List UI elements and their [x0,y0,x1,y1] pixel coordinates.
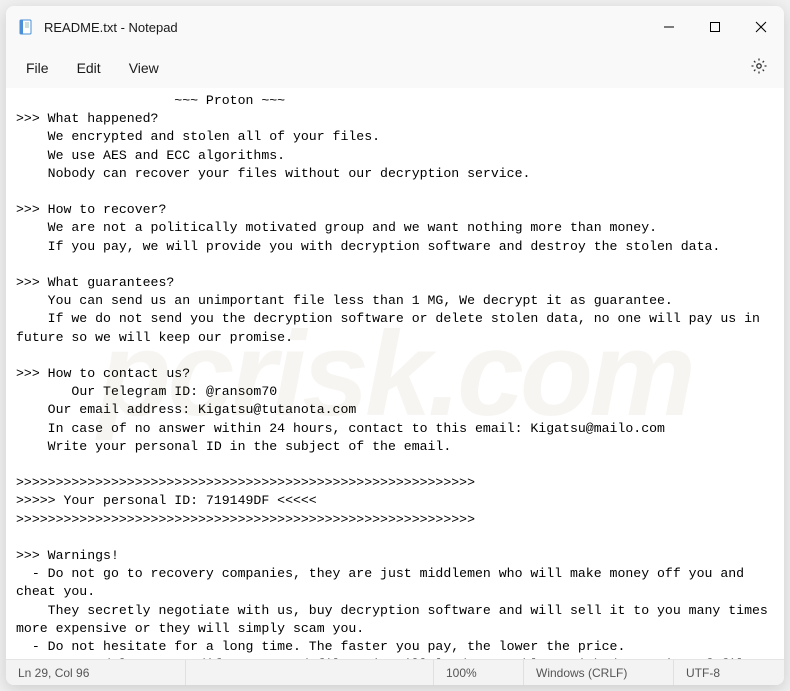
text-editor[interactable]: pcrisk.com ~~~ Proton ~~~ >>> What happe… [6,88,784,659]
status-line-ending: Windows (CRLF) [524,660,674,685]
notepad-window: README.txt - Notepad File Edit View [6,6,784,685]
gear-icon [750,62,768,79]
settings-button[interactable] [744,51,774,86]
document-text: ~~~ Proton ~~~ >>> What happened? We enc… [16,93,776,659]
menu-view[interactable]: View [115,54,173,82]
status-zoom[interactable]: 100% [434,660,524,685]
window-title: README.txt - Notepad [44,20,178,35]
close-button[interactable] [738,6,784,48]
notepad-icon [18,19,34,35]
status-encoding: UTF-8 [674,660,784,685]
menubar: File Edit View [6,48,784,88]
statusbar: Ln 29, Col 96 100% Windows (CRLF) UTF-8 [6,659,784,685]
titlebar: README.txt - Notepad [6,6,784,48]
status-cursor-position: Ln 29, Col 96 [6,660,186,685]
minimize-button[interactable] [646,6,692,48]
menu-file[interactable]: File [12,54,63,82]
maximize-button[interactable] [692,6,738,48]
window-controls [646,6,784,48]
menu-edit[interactable]: Edit [63,54,115,82]
